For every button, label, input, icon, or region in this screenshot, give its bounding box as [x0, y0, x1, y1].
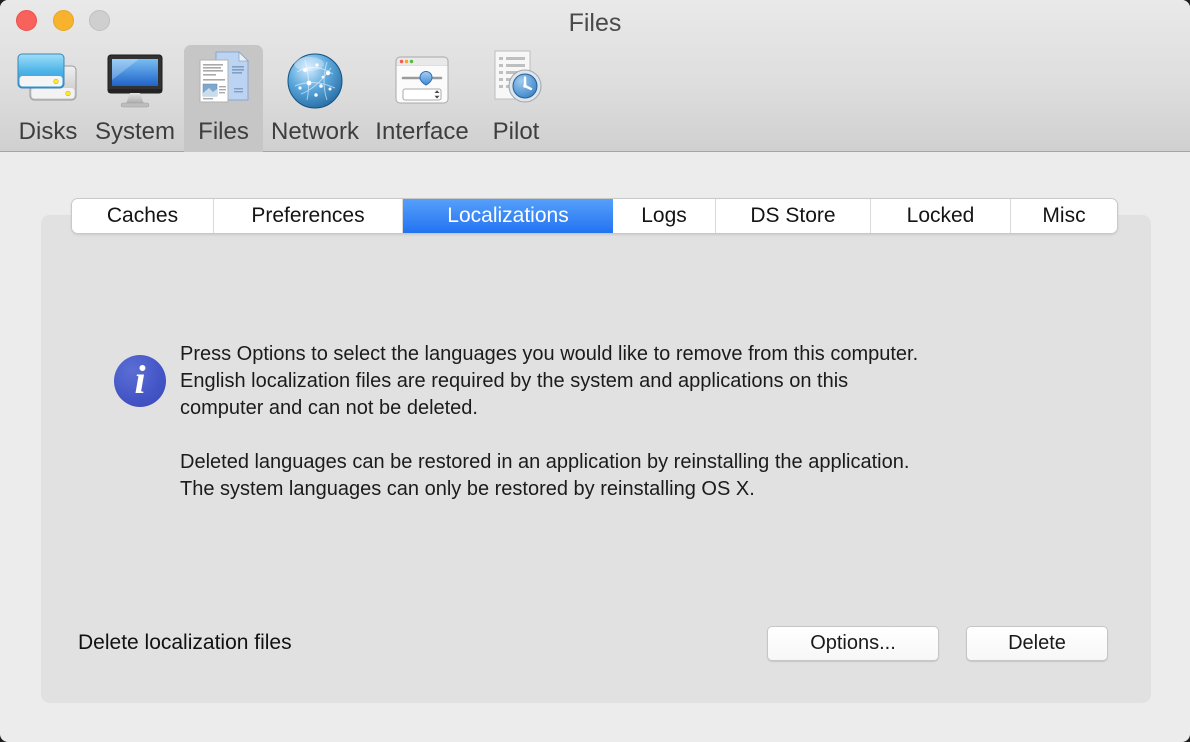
- files-icon: [192, 48, 256, 112]
- app-window: Files: [0, 0, 1190, 742]
- action-label: Delete localization files: [78, 629, 292, 657]
- toolbar-item-network[interactable]: Network: [265, 45, 365, 152]
- tab-preferences[interactable]: Preferences: [214, 199, 403, 233]
- tab-misc[interactable]: Misc: [1011, 199, 1117, 233]
- window-title: Files: [0, 9, 1190, 38]
- info-icon-glyph: i: [134, 357, 145, 402]
- system-icon: [103, 48, 167, 112]
- toolbar-item-label: Pilot: [484, 118, 548, 146]
- toolbar-item-label: Interface: [367, 118, 477, 146]
- toolbar-item-label: Network: [265, 118, 365, 146]
- toolbar-item-label: Disks: [12, 118, 84, 146]
- toolbar-item-label: Files: [184, 118, 263, 146]
- titlebar-toolbar: Files: [0, 0, 1190, 152]
- toolbar-item-system[interactable]: System: [92, 45, 178, 152]
- info-paragraph-2: Deleted languages can be restored in an …: [180, 449, 1040, 503]
- tab-localizations[interactable]: Localizations: [403, 199, 613, 233]
- interface-icon: [390, 48, 454, 112]
- toolbar-item-label: System: [92, 118, 178, 146]
- toolbar-item-interface[interactable]: Interface: [367, 45, 477, 152]
- tab-ds-store[interactable]: DS Store: [716, 199, 871, 233]
- network-icon: [283, 48, 347, 112]
- tab-bar: Caches Preferences Localizations Logs DS…: [72, 199, 1117, 233]
- tab-caches[interactable]: Caches: [72, 199, 214, 233]
- pilot-icon: [484, 48, 548, 112]
- disks-icon: [16, 48, 80, 112]
- info-icon: i: [114, 355, 166, 407]
- tab-locked[interactable]: Locked: [871, 199, 1011, 233]
- info-paragraph-1: Press Options to select the languages yo…: [180, 341, 1040, 422]
- toolbar-item-disks[interactable]: Disks: [12, 45, 84, 152]
- tab-logs[interactable]: Logs: [613, 199, 716, 233]
- delete-button[interactable]: Delete: [966, 626, 1108, 661]
- toolbar-item-files[interactable]: Files: [184, 45, 263, 152]
- options-button[interactable]: Options...: [767, 626, 939, 661]
- toolbar-item-pilot[interactable]: Pilot: [484, 45, 548, 152]
